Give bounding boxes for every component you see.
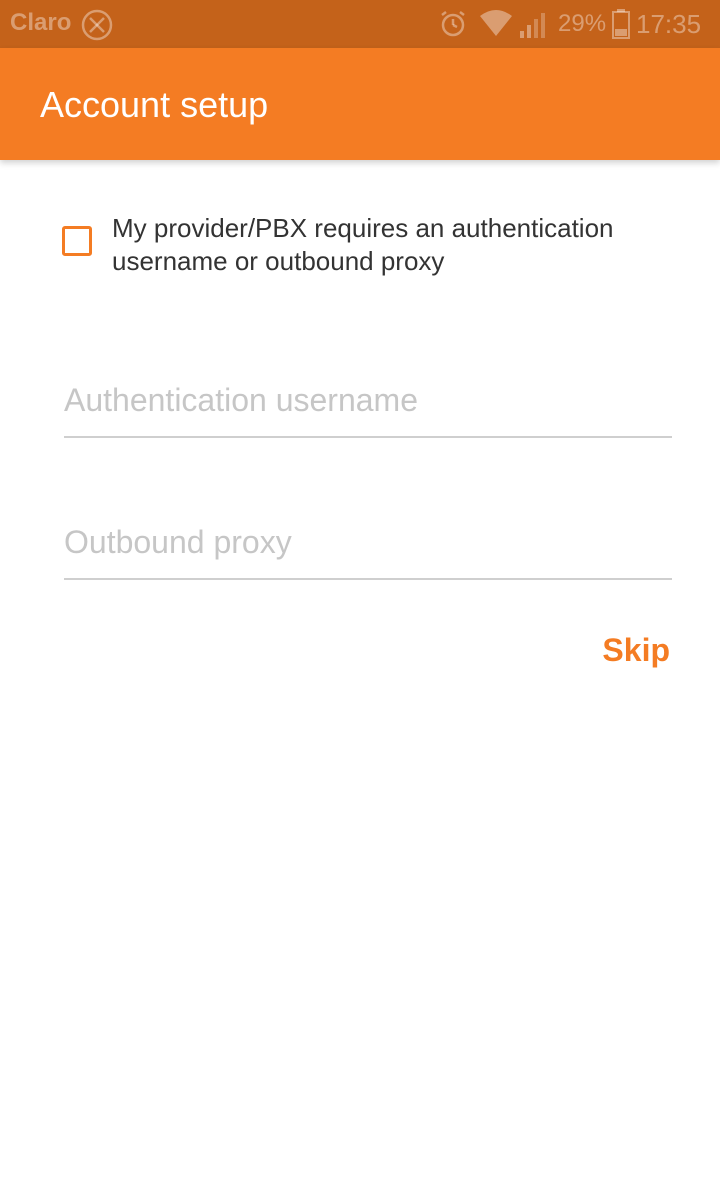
page-title: Account setup (40, 84, 269, 125)
signal-icon (518, 11, 550, 43)
auth-username-field-container (64, 376, 672, 438)
no-sim-icon (80, 8, 114, 46)
clock: 17:35 (636, 9, 702, 39)
skip-button[interactable]: Skip (602, 632, 670, 669)
alarm-icon (438, 9, 468, 43)
auth-proxy-checkbox[interactable] (62, 226, 92, 256)
battery-percent: 29% (558, 10, 607, 37)
app-bar: Account setup (0, 48, 720, 160)
carrier-name: Claro (10, 9, 72, 36)
outbound-proxy-field-container (64, 518, 672, 580)
outbound-proxy-input[interactable] (64, 524, 672, 561)
status-bar: Claro 29% 17:35 (0, 0, 720, 48)
auth-username-input[interactable] (64, 382, 672, 419)
battery-icon (612, 9, 630, 43)
auth-proxy-checkbox-label[interactable]: My provider/PBX requires an authenticati… (112, 212, 672, 278)
wifi-icon (478, 10, 514, 42)
